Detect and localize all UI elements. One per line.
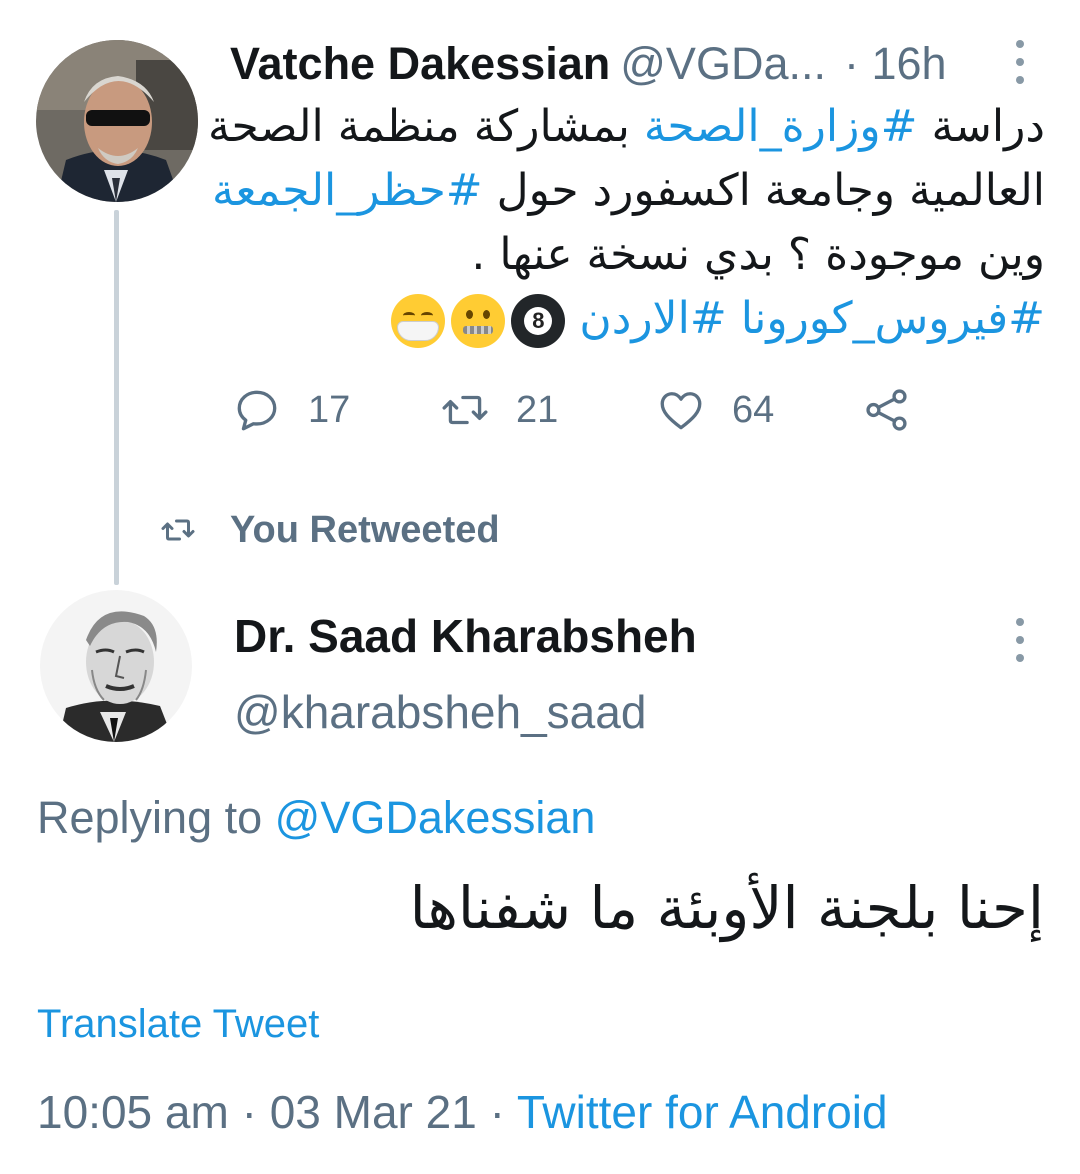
retweet-count: 21	[516, 388, 559, 431]
tweet-date: 03 Mar 21	[269, 1086, 477, 1138]
author-photo	[36, 40, 198, 202]
like-button[interactable]: 64	[656, 380, 774, 440]
text-segment: العالمية وجامعة اكسفورد حول	[482, 165, 1045, 216]
heart-icon	[660, 392, 702, 430]
tweet-line: دراسة #وزارة_الصحة بمشاركة منظمة الصحة	[208, 95, 1045, 159]
parent-tweet-header: Vatche Dakessian @VGDa... · 16h	[230, 36, 990, 92]
hashtag-link[interactable]: #فيروس_كورونا	[741, 293, 1045, 344]
separator: ·	[241, 1086, 257, 1138]
share-icon	[866, 389, 907, 431]
tweet-source-link[interactable]: Twitter for Android	[517, 1086, 888, 1138]
avatar[interactable]	[36, 40, 198, 202]
thread-connector-line	[114, 210, 119, 585]
eight-ball-label: 8	[524, 307, 553, 335]
replying-prefix: Replying to	[37, 792, 263, 843]
author-name[interactable]: Dr. Saad Kharabsheh	[234, 608, 697, 664]
text-segment: وين موجودة ؟ بدي نسخة عنها .	[471, 229, 1045, 280]
reply-button[interactable]: 17	[232, 380, 350, 440]
hashtag-link[interactable]: #وزارة_الصحة	[644, 101, 918, 152]
avatar[interactable]	[40, 590, 192, 742]
text-segment	[727, 293, 741, 344]
author-name[interactable]: Vatche Dakessian	[230, 38, 610, 89]
retweet-icon	[442, 395, 488, 425]
retweet-button[interactable]: 21	[440, 380, 558, 440]
share-button[interactable]	[862, 380, 912, 440]
retweet-icon	[161, 519, 195, 541]
separator: ·	[489, 1086, 505, 1138]
text-segment: دراسة	[917, 101, 1045, 152]
tweet-text: إحنا بلجنة الأوبئة ما شفناها	[409, 874, 1044, 942]
author-handle[interactable]: @VGDa...	[620, 38, 826, 89]
face-with-medical-mask-emoji	[391, 294, 446, 348]
eight-ball-emoji: 8	[511, 294, 566, 348]
hashtag-link[interactable]: #الاردن	[579, 293, 726, 344]
text-segment	[565, 293, 579, 344]
replying-to-line: Replying to @VGDakessian	[37, 790, 595, 846]
reply-count: 17	[308, 388, 351, 431]
text-segment: بمشاركة منظمة الصحة	[207, 101, 644, 152]
tweet-actions: 17 21 64	[232, 380, 952, 440]
translate-tweet-link[interactable]: Translate Tweet	[37, 996, 319, 1052]
tweet-time[interactable]: · 16h	[844, 38, 947, 89]
tweet-metadata: 10:05 am · 03 Mar 21 · Twitter for Andro…	[37, 1082, 888, 1142]
author-photo	[40, 590, 192, 742]
tweet-line: وين موجودة ؟ بدي نسخة عنها .	[240, 223, 1045, 287]
author-handle[interactable]: @kharabsheh_saad	[234, 684, 646, 740]
reply-icon	[237, 390, 277, 431]
more-options-icon[interactable]	[1010, 618, 1030, 662]
parent-tweet-text: دراسة #وزارة_الصحة بمشاركة منظمة الصحة ا…	[208, 95, 1045, 351]
tweet-line: #فيروس_كورونا #الاردن 8	[240, 287, 1045, 351]
hashtag-link[interactable]: #حظر_الجمعة	[212, 165, 483, 216]
retweet-indicator: You Retweeted	[160, 502, 500, 558]
retweeted-label: You Retweeted	[230, 508, 500, 551]
mention-link[interactable]: @VGDakessian	[275, 792, 596, 843]
like-count: 64	[732, 388, 775, 431]
tweet-time: 10:05 am	[37, 1086, 229, 1138]
tweet-line: العالمية وجامعة اكسفورد حول #حظر_الجمعة	[212, 159, 1045, 223]
more-options-icon[interactable]	[1010, 40, 1030, 84]
zipper-mouth-face-emoji	[451, 294, 506, 348]
